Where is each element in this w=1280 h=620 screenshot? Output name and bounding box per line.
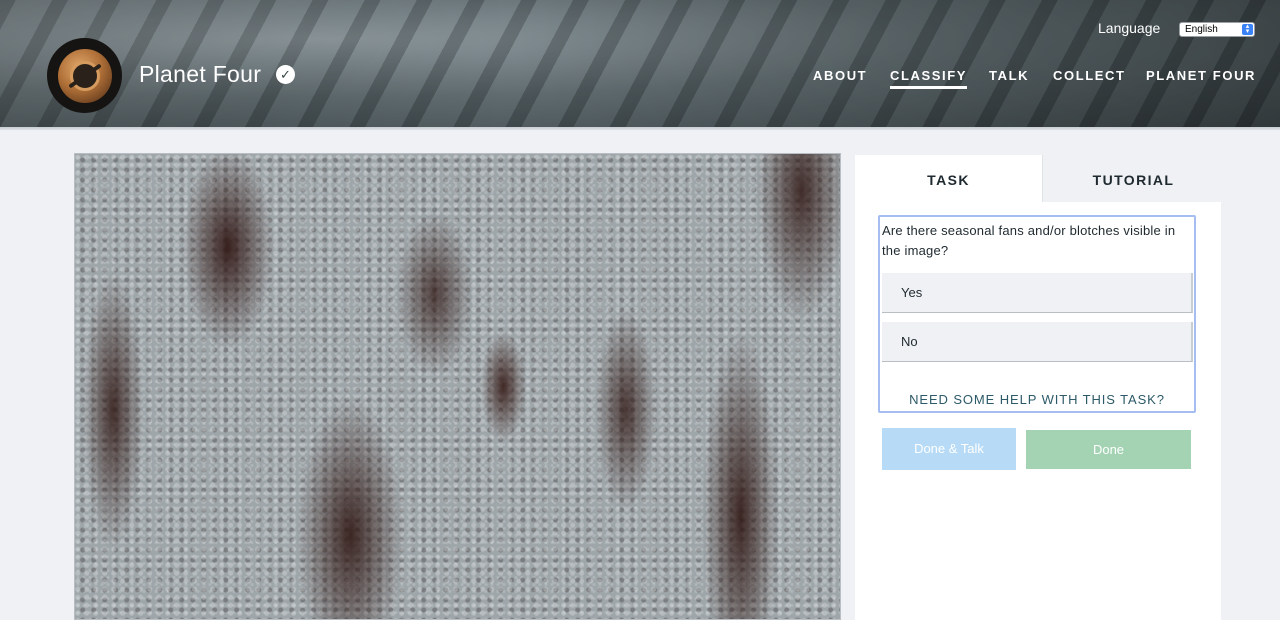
site-header: Planet Four ✓ Language English ▴ ▾ ABOUT …: [0, 0, 1280, 130]
language-label: Language: [1098, 20, 1161, 36]
subject-image[interactable]: [74, 153, 841, 620]
answer-no-button[interactable]: No: [882, 322, 1193, 362]
nav-item-planet-four[interactable]: PLANET FOUR: [1146, 68, 1256, 83]
task-box: Are there seasonal fans and/or blotches …: [878, 215, 1196, 413]
nav-item-talk[interactable]: TALK: [989, 68, 1029, 83]
tab-tutorial[interactable]: TUTORIAL: [1042, 155, 1224, 202]
main-nav: ABOUT CLASSIFY TALK COLLECT PLANET FOUR: [0, 68, 1280, 89]
answer-yes-button[interactable]: Yes: [882, 273, 1193, 313]
done-and-talk-button[interactable]: Done & Talk: [882, 428, 1016, 470]
classification-panel: TASK TUTORIAL Are there seasonal fans an…: [855, 155, 1224, 620]
tab-task[interactable]: TASK: [855, 155, 1042, 202]
language-select[interactable]: English ▴ ▾: [1179, 22, 1255, 37]
task-help-link[interactable]: NEED SOME HELP WITH THIS TASK?: [880, 392, 1194, 407]
language-select-value: English: [1185, 24, 1218, 35]
nav-item-collect[interactable]: COLLECT: [1053, 68, 1126, 83]
nav-item-classify[interactable]: CLASSIFY: [890, 68, 968, 89]
done-button[interactable]: Done: [1026, 430, 1191, 469]
nav-item-about[interactable]: ABOUT: [813, 68, 867, 83]
chevron-updown-icon: ▴ ▾: [1242, 23, 1253, 35]
task-question: Are there seasonal fans and/or blotches …: [882, 223, 1176, 258]
